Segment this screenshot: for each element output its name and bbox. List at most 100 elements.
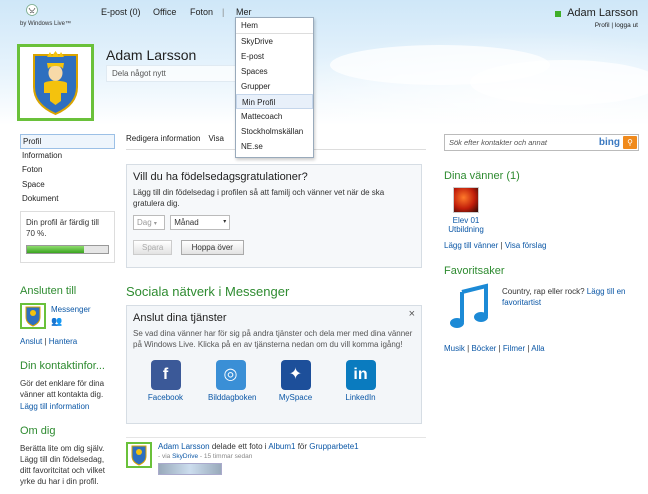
feed-avatar[interactable] (126, 442, 152, 468)
service-label[interactable]: Bilddagboken (208, 393, 256, 402)
messenger-connection: Messenger 👥 (20, 302, 115, 331)
linkedin-icon: in (345, 360, 376, 390)
feed-photo-thumbnail[interactable] (158, 463, 222, 475)
service-label[interactable]: MySpace (279, 393, 312, 402)
progress-bar (26, 244, 109, 254)
category-books[interactable]: Böcker (471, 344, 496, 353)
friend-avatar[interactable] (453, 187, 479, 213)
favorites-text: Country, rap eller rock? (502, 287, 585, 296)
service-label[interactable]: LinkedIn (345, 393, 375, 402)
favorites-heading: Favoritsaker (444, 265, 505, 277)
friends-heading: Dina vänner (1) (444, 170, 520, 182)
online-status-icon (555, 10, 562, 17)
messenger-avatar[interactable] (20, 302, 46, 329)
sidebar-item-photos[interactable]: Foton (20, 163, 115, 178)
day-select[interactable]: Dag ▾ (133, 215, 165, 230)
feed-via: - via (158, 453, 171, 460)
manage-link[interactable]: Hantera (49, 337, 77, 346)
sidebar-item-profile[interactable]: Profil (20, 134, 115, 149)
service-facebook[interactable]: f Facebook (143, 360, 188, 402)
stockholm-crest-icon (20, 47, 91, 118)
link-separator: | (611, 22, 614, 29)
nav-photos[interactable]: Foton (190, 7, 213, 17)
connect-services-title: Anslut dina tjänster (133, 312, 227, 324)
menu-item-ne[interactable]: NE.se (236, 139, 313, 154)
day-select-value: Dag (137, 218, 152, 227)
friend-card[interactable]: Elev 01 Utbildning (444, 187, 488, 234)
friend-group[interactable]: Utbildning (444, 225, 488, 234)
connect-services-text: Se vad dina vänner har för sig på andra … (133, 329, 413, 349)
link-separator: | (498, 344, 501, 353)
month-select-value: Månad (174, 218, 199, 227)
bilddagboken-icon: ◎ (215, 360, 246, 390)
feed-actor[interactable]: Adam Larsson (158, 442, 210, 451)
music-note-icon (450, 283, 488, 328)
feed-album-link[interactable]: Album1 (268, 442, 295, 451)
connected-heading: Ansluten till (20, 284, 77, 297)
add-information-link[interactable]: Lägg till information (20, 402, 115, 411)
add-friends-link[interactable]: Lägg till vänner (444, 241, 498, 250)
profile-progress-box: Din profil är färdig till 70 %. (20, 210, 115, 263)
friend-name[interactable]: Elev 01 (444, 216, 488, 225)
menu-item-skydrive[interactable]: SkyDrive (236, 34, 313, 49)
menu-item-my-profile[interactable]: Min Profil (236, 94, 313, 109)
close-icon[interactable]: × (409, 308, 415, 320)
menu-item-email[interactable]: E-post (236, 49, 313, 64)
feed-group-link[interactable]: Grupparbete1 (309, 442, 358, 451)
category-music[interactable]: Musik (444, 344, 465, 353)
service-linkedin[interactable]: in LinkedIn (338, 360, 383, 402)
month-select[interactable]: Månad ▾ (170, 215, 231, 230)
messenger-buddy-icon: 👥 (51, 315, 63, 326)
service-bilddagboken[interactable]: ◎ Bilddagboken (208, 360, 256, 402)
menu-item-home[interactable]: Hem (236, 18, 313, 33)
user-menu: Adam Larsson Profil | logga ut (555, 7, 638, 29)
profile-avatar[interactable] (17, 44, 94, 121)
profile-link[interactable]: Profil (595, 22, 610, 29)
show-suggestions-link[interactable]: Visa förslag (505, 241, 547, 250)
chevron-down-icon: ▾ (153, 221, 157, 227)
service-label[interactable]: Facebook (148, 393, 183, 402)
search-input[interactable]: Sök efter kontakter och annat (449, 138, 547, 147)
category-all[interactable]: Alla (531, 344, 544, 353)
sidebar-item-space[interactable]: Space (20, 178, 115, 193)
service-myspace[interactable]: ✦ MySpace (273, 360, 318, 402)
search-box[interactable]: Sök efter kontakter och annat bing ⚲ (444, 134, 639, 151)
favorites-block: Country, rap eller rock? Lägg till en fa… (444, 280, 639, 338)
menu-item-mattecoach[interactable]: Mattecoach (236, 109, 313, 124)
feed-text: för (297, 442, 308, 451)
cloud-decoration (470, 60, 648, 105)
sidebar-item-information[interactable]: Information (20, 149, 115, 164)
sidebar-item-documents[interactable]: Dokument (20, 192, 115, 207)
about-heading: Om dig (20, 424, 56, 437)
progress-fill (27, 245, 84, 253)
skip-button[interactable]: Hoppa över (180, 240, 244, 255)
tab-edit-information[interactable]: Redigera information (126, 134, 200, 143)
connect-link[interactable]: Anslut (20, 337, 42, 346)
category-movies[interactable]: Filmer (503, 344, 525, 353)
myspace-icon: ✦ (280, 360, 311, 390)
link-separator: | (44, 336, 47, 346)
link-separator: | (467, 344, 470, 353)
tab-view[interactable]: Visa (209, 134, 224, 143)
search-icon[interactable]: ⚲ (623, 136, 637, 149)
menu-item-spaces[interactable]: Spaces (236, 64, 313, 79)
logo-by-text: by Windows Live™ (20, 21, 72, 27)
save-button[interactable]: Spara (133, 240, 173, 255)
nav-email[interactable]: E-post (0) (101, 7, 141, 17)
menu-item-groups[interactable]: Grupper (236, 79, 313, 94)
crest-icon (25, 306, 41, 327)
user-name-top[interactable]: Adam Larsson (567, 7, 638, 19)
nav-office[interactable]: Office (153, 7, 176, 17)
nav-more[interactable]: Mer (236, 7, 252, 17)
birthday-title: Vill du ha födelsedagsgratulationer? (133, 171, 308, 183)
favorite-categories: Musik | Böcker | Filmer | Alla (444, 344, 639, 353)
windows-live-logo[interactable]: by Windows Live™ (20, 4, 90, 34)
facebook-icon: f (150, 360, 181, 390)
logout-link[interactable]: logga ut (615, 22, 638, 29)
menu-item-stockholmskallan[interactable]: Stockholmskällan (236, 124, 313, 139)
main-content: Redigera information Visa Vill du ha föd… (126, 134, 426, 482)
feed-time: - 15 timmar sedan (199, 453, 253, 460)
messenger-link[interactable]: Messenger (51, 305, 91, 314)
feed-service-link[interactable]: SkyDrive (172, 453, 198, 460)
link-separator: | (527, 344, 530, 353)
